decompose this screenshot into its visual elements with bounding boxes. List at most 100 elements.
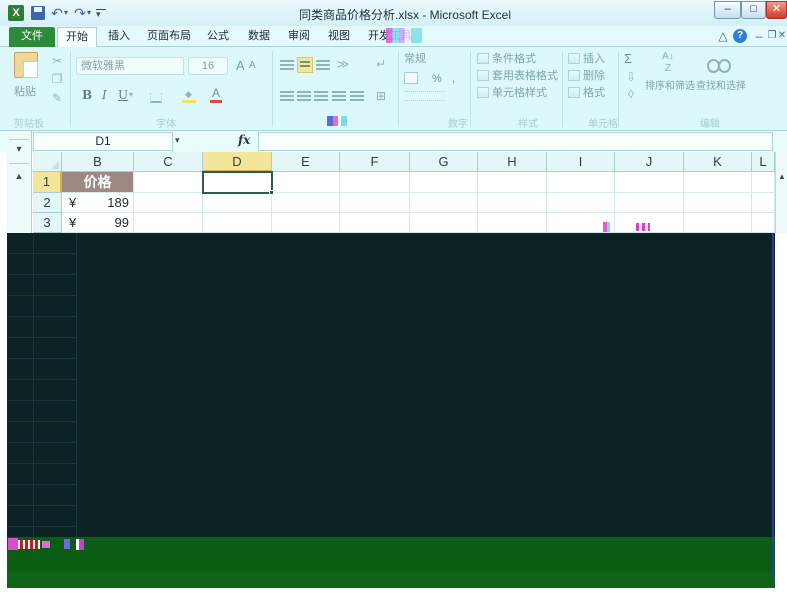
align-center-icon[interactable] [297,91,311,102]
copy-icon[interactable] [50,72,64,86]
accounting-format-icon[interactable] [404,72,418,84]
row-header-2[interactable]: 2 [33,193,62,213]
font-size-select[interactable]: 16 [188,57,228,75]
underline-button[interactable]: U [118,88,128,102]
wrap-text-icon[interactable] [374,57,388,71]
decimal-places-icon[interactable] [404,91,444,101]
underline-dropdown-icon[interactable] [129,90,133,99]
cell-h3[interactable] [478,213,547,233]
format-painter-icon[interactable] [50,91,64,105]
format-cells-button[interactable]: 格式 [583,86,605,100]
autosum-button[interactable]: Σ [624,51,632,66]
cell-f2[interactable] [340,193,410,213]
number-format-select[interactable]: 常规 [404,52,466,68]
cell-j2[interactable] [615,193,684,213]
tab-formulas[interactable]: 公式 [202,27,234,47]
column-header-d[interactable]: D [203,152,272,172]
cell-d2[interactable] [203,193,272,213]
customize-icon[interactable] [96,9,106,19]
align-left-icon[interactable] [280,91,294,102]
redo-dropdown-icon[interactable] [85,5,93,21]
minimize-ribbon-icon[interactable] [716,28,730,44]
cell-g1[interactable] [410,172,478,193]
help-icon[interactable] [733,29,747,43]
cell-e3[interactable] [272,213,340,233]
paste-icon[interactable] [14,52,38,78]
fill-handle[interactable] [269,190,274,195]
undo-dropdown-icon[interactable] [62,5,70,21]
tab-file[interactable]: 文件 [9,27,55,47]
cell-e1[interactable] [272,172,340,193]
cell-d3[interactable] [203,213,272,233]
cell-i2[interactable] [547,193,615,213]
column-header-c[interactable]: C [134,152,203,172]
align-top-icon[interactable] [280,60,294,71]
cell-c2[interactable] [134,193,203,213]
cell-b2[interactable]: ¥ 189 [62,193,134,213]
cell-g3[interactable] [410,213,478,233]
align-right-icon[interactable] [314,91,328,102]
percent-style-button[interactable]: % [432,72,442,86]
format-as-table-button[interactable]: 套用表格格式 [492,69,558,83]
cell-e2[interactable] [272,193,340,213]
cell-l3[interactable] [752,213,775,233]
font-color-button[interactable]: A [210,87,222,103]
italic-button[interactable]: I [102,88,107,102]
cell-k1[interactable] [684,172,752,193]
excel-icon[interactable] [8,5,24,21]
scroll-up-arrow-icon[interactable] [777,172,787,181]
align-middle-icon[interactable] [297,57,313,73]
tab-page-layout[interactable]: 页面布局 [143,27,195,47]
cell-f1[interactable] [340,172,410,193]
minimize-icon[interactable] [714,1,741,19]
cell-c1[interactable] [134,172,203,193]
fill-down-icon[interactable] [624,70,638,84]
comma-style-button[interactable]: , [452,72,455,86]
tab-data[interactable]: 数据 [243,27,275,47]
vertical-scrollbar[interactable] [775,152,787,233]
orientation-icon[interactable] [336,57,350,71]
merge-center-icon[interactable] [374,89,388,103]
column-header-f[interactable]: F [340,152,410,172]
cell-c3[interactable] [134,213,203,233]
workbook-close-icon[interactable] [777,28,787,44]
clear-icon[interactable] [624,87,638,101]
fill-color-icon[interactable] [182,89,196,103]
cell-l1[interactable] [752,172,775,193]
row-header-1[interactable]: 1 [33,172,62,193]
column-header-h[interactable]: H [478,152,547,172]
delete-cells-button[interactable]: 删除 [583,69,605,83]
sort-filter-icon[interactable] [657,51,679,77]
tab-view[interactable]: 视图 [323,27,355,47]
save-icon[interactable] [31,6,45,20]
row-header-3[interactable]: 3 [33,213,62,233]
shrink-font-button[interactable]: A [249,60,256,71]
cell-h2[interactable] [478,193,547,213]
cell-styles-button[interactable]: 单元格样式 [492,86,547,100]
cell-b3[interactable]: ¥ 99 [62,213,134,233]
name-box[interactable]: D1 [33,132,173,151]
tab-insert[interactable]: 插入 [103,27,135,47]
chevron-down-icon[interactable] [12,144,26,155]
cell-k2[interactable] [684,193,752,213]
cell-h1[interactable] [478,172,547,193]
select-all-button[interactable] [33,152,62,172]
conditional-format-button[interactable]: 条件格式 [492,52,536,66]
bold-button[interactable]: B [82,88,92,102]
binoculars-icon[interactable] [707,55,731,73]
column-header-k[interactable]: K [684,152,752,172]
cell-j1[interactable] [615,172,684,193]
column-header-b[interactable]: B [62,152,134,172]
sort-filter-button[interactable]: 排序和筛选 [645,80,695,94]
border-icon[interactable] [150,93,162,103]
maximize-icon[interactable] [741,1,766,19]
font-name-select[interactable]: 微软雅黑 [76,57,184,75]
cell-l2[interactable] [752,193,775,213]
grow-font-button[interactable]: A [236,58,245,73]
paste-button-label[interactable]: 粘贴 [14,85,36,99]
align-bottom-icon[interactable] [316,60,330,71]
tab-review[interactable]: 审阅 [283,27,315,47]
cell-b1[interactable]: 价格 [62,172,134,193]
decrease-indent-icon[interactable] [332,91,346,102]
close-icon[interactable] [766,1,787,19]
